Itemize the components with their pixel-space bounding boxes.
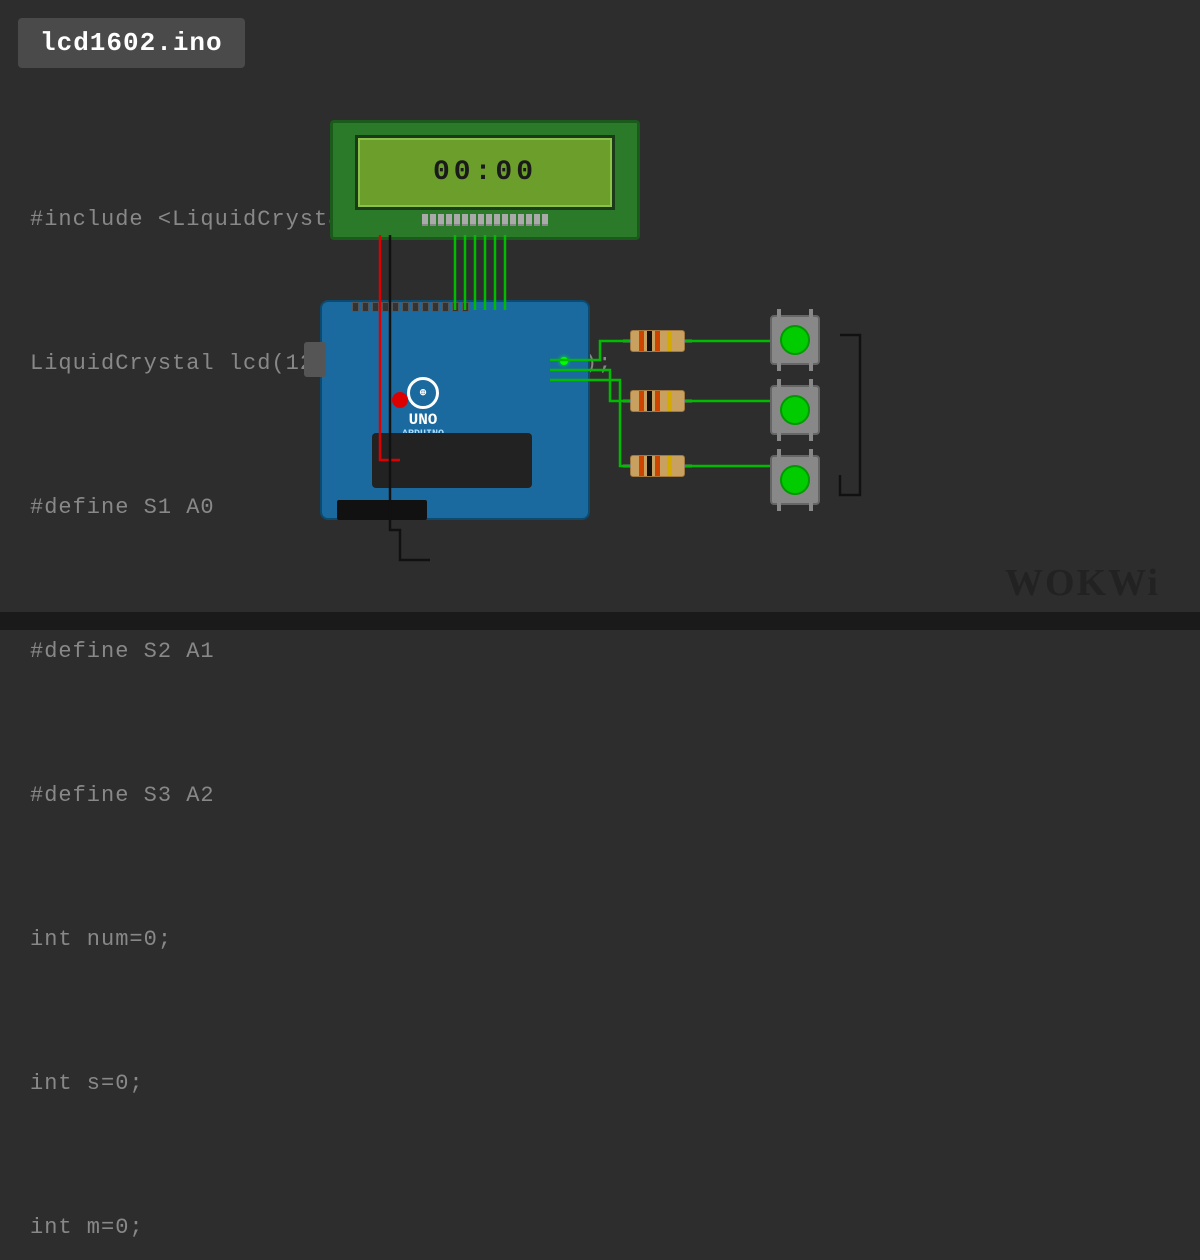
header-pin-3: [372, 302, 379, 312]
btn1-pin-tl: [777, 309, 781, 317]
lcd-display: 00:00: [330, 120, 640, 240]
arduino-ic-chip: [372, 433, 532, 488]
lcd-pin-8: [478, 214, 484, 226]
lcd-pin-6: [462, 214, 468, 226]
code-line-7: int s=0;: [30, 1060, 612, 1108]
btn3-pin-tr: [809, 449, 813, 457]
btn2-pin-tr: [809, 379, 813, 387]
arduino-power-header: [337, 500, 427, 520]
header-pin-10: [442, 302, 449, 312]
resistor-2: [630, 390, 685, 412]
lcd-pin-14: [526, 214, 532, 226]
wokwi-logo: WOKWi: [1005, 561, 1160, 605]
lcd-pin-11: [502, 214, 508, 226]
lcd-time-display: 00:00: [433, 157, 537, 188]
header-pin-8: [422, 302, 429, 312]
title-bar: lcd1602.ino: [18, 18, 245, 68]
push-button-2[interactable]: [770, 385, 820, 435]
btn2-pin-tl: [777, 379, 781, 387]
resistor-3: [630, 455, 685, 477]
arduino-digital-header: [352, 302, 469, 312]
btn1-pin-br: [809, 363, 813, 371]
header-pin-5: [392, 302, 399, 312]
code-line-4: #define S2 A1: [30, 628, 612, 676]
lcd-pin-1: [422, 214, 428, 226]
lcd-pin-row: [422, 214, 548, 226]
btn1-pin-tr: [809, 309, 813, 317]
arduino-board: ⊕ UNO ARDUINO: [320, 300, 590, 520]
btn2-pin-bl: [777, 433, 781, 441]
filename-label: lcd1602.ino: [40, 28, 223, 58]
lcd-pin-5: [454, 214, 460, 226]
header-pin-11: [452, 302, 459, 312]
lcd-pin-2: [430, 214, 436, 226]
arduino-usb-port: [304, 342, 326, 377]
btn1-pin-bl: [777, 363, 781, 371]
lcd-pin-4: [446, 214, 452, 226]
arduino-power-led: [560, 357, 568, 365]
wokwi-logo-text: WOKWi: [1005, 562, 1160, 604]
header-pin-1: [352, 302, 359, 312]
lcd-pin-15: [534, 214, 540, 226]
btn3-pin-br: [809, 503, 813, 511]
header-pin-9: [432, 302, 439, 312]
lcd-screen-inner: 00:00: [360, 140, 610, 205]
push-button-3[interactable]: [770, 455, 820, 505]
btn2-pin-br: [809, 433, 813, 441]
header-pin-12: [462, 302, 469, 312]
arduino-model-label: UNO: [402, 411, 444, 429]
push-button-1-cap: [780, 325, 810, 355]
lcd-pin-9: [486, 214, 492, 226]
lcd-pin-12: [510, 214, 516, 226]
lcd-screen: 00:00: [355, 135, 615, 210]
code-line-8: int m=0;: [30, 1204, 612, 1252]
push-button-3-cap: [780, 465, 810, 495]
btn3-pin-tl: [777, 449, 781, 457]
header-pin-4: [382, 302, 389, 312]
push-button-1[interactable]: [770, 315, 820, 365]
header-pin-6: [402, 302, 409, 312]
lcd-pin-3: [438, 214, 444, 226]
arduino-circle-logo: ⊕: [407, 377, 439, 409]
resistor-1: [630, 330, 685, 352]
lcd-pin-16: [542, 214, 548, 226]
header-pin-7: [412, 302, 419, 312]
push-button-2-cap: [780, 395, 810, 425]
code-line-6: int num=0;: [30, 916, 612, 964]
arduino-logo: ⊕ UNO ARDUINO: [402, 377, 444, 440]
header-pin-2: [362, 302, 369, 312]
lcd-pin-7: [470, 214, 476, 226]
lcd-pin-10: [494, 214, 500, 226]
btn3-pin-bl: [777, 503, 781, 511]
lcd-pin-13: [518, 214, 524, 226]
circuit-area: 00:00: [300, 80, 1160, 600]
code-line-5: #define S3 A2: [30, 772, 612, 820]
